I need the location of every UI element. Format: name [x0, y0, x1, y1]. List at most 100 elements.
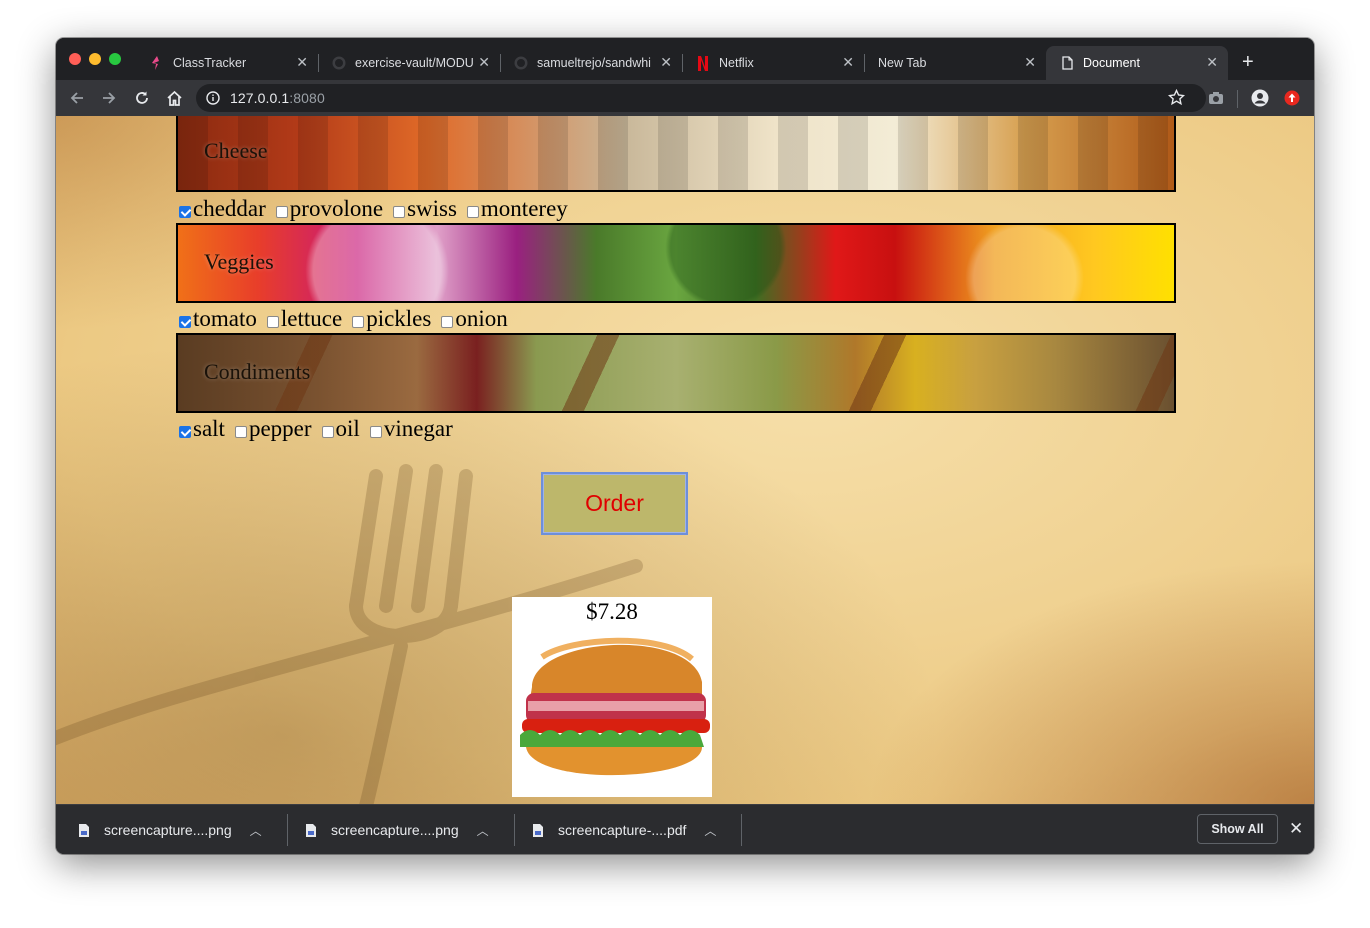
vinegar-checkbox[interactable] [369, 426, 382, 438]
close-tab-icon[interactable]: ✕ [296, 55, 308, 69]
close-tab-icon[interactable]: ✕ [1206, 55, 1218, 69]
order-result-card: $7.28 [512, 597, 712, 797]
provolone-checkbox[interactable] [275, 206, 288, 218]
chevron-up-icon[interactable]: ︿ [250, 822, 262, 839]
forward-arrow-icon[interactable] [99, 88, 119, 108]
veggies-options: tomato lettuce pickles onion [178, 306, 517, 332]
close-shelf-icon[interactable]: ✕ [1289, 819, 1303, 839]
cheddar-checkbox[interactable] [179, 206, 191, 218]
cheese-section-title: Cheese [204, 138, 268, 163]
option-label: vinegar [383, 416, 453, 441]
option-label: lettuce [280, 306, 343, 331]
github-icon [332, 56, 346, 70]
tab-strip: ClassTracker ✕ exercise-vault/MODU ✕ sam… [56, 38, 1314, 80]
close-tab-icon[interactable]: ✕ [1024, 55, 1036, 69]
salt-checkbox[interactable] [179, 426, 191, 438]
image-file-icon [79, 823, 89, 837]
onion-checkbox[interactable] [441, 316, 454, 328]
option-label: onion [455, 306, 508, 331]
download-item-2[interactable]: screencapture....png ︿ [305, 805, 515, 854]
tab-title: Netflix [719, 56, 754, 70]
option-lettuce[interactable]: lettuce [266, 306, 342, 332]
page-content: Cheese cheddar provolone swiss monterey … [56, 116, 1314, 804]
bookmark-star-icon[interactable] [1167, 88, 1186, 111]
browser-toolbar: 127.0.0.1:8080 [56, 80, 1314, 116]
option-salt[interactable]: salt [178, 416, 225, 442]
tab-title: ClassTracker [173, 56, 247, 70]
minimize-window-button[interactable] [89, 53, 101, 65]
classtracker-favicon [150, 56, 164, 70]
option-label: oil [335, 416, 360, 441]
swiss-checkbox[interactable] [393, 206, 406, 218]
zoom-window-button[interactable] [109, 53, 121, 65]
sandwich-image [520, 637, 710, 776]
close-tab-icon[interactable]: ✕ [842, 55, 854, 69]
option-provolone[interactable]: provolone [275, 196, 383, 222]
tab-new-tab[interactable]: New Tab ✕ [864, 46, 1046, 80]
back-arrow-icon[interactable] [67, 88, 87, 108]
option-vinegar[interactable]: vinegar [369, 416, 453, 442]
pickles-checkbox[interactable] [352, 316, 365, 328]
option-label: cheddar [193, 196, 266, 221]
option-onion[interactable]: onion [440, 306, 508, 332]
order-button[interactable]: Order [541, 472, 688, 535]
window-controls [69, 53, 121, 65]
shelf-divider [741, 814, 742, 846]
download-item-3[interactable]: screencapture-....pdf ︿ [532, 805, 742, 854]
condiments-section-banner: Condiments [176, 333, 1176, 413]
chevron-up-icon[interactable]: ︿ [477, 822, 489, 839]
oil-checkbox[interactable] [321, 426, 334, 438]
lettuce-checkbox[interactable] [266, 316, 279, 328]
tab-classtracker[interactable]: ClassTracker ✕ [136, 46, 319, 80]
option-cheddar[interactable]: cheddar [178, 196, 266, 222]
download-filename: screencapture....png [104, 822, 232, 838]
tab-title: exercise-vault/MODU [355, 56, 474, 70]
reload-icon[interactable] [132, 88, 152, 108]
update-alert-icon[interactable] [1282, 88, 1302, 108]
tab-title: New Tab [878, 56, 927, 70]
close-tab-icon[interactable]: ✕ [478, 55, 490, 69]
tomato-checkbox[interactable] [179, 316, 191, 328]
url-port: :8080 [289, 90, 325, 106]
tab-netflix[interactable]: Netflix ✕ [682, 46, 865, 80]
chevron-up-icon[interactable]: ︿ [704, 822, 716, 839]
veggies-section-title: Veggies [204, 249, 274, 274]
tab-sandwich-repo[interactable]: samueltrejo/sandwhi ✕ [500, 46, 683, 80]
browser-window: ClassTracker ✕ exercise-vault/MODU ✕ sam… [56, 38, 1314, 854]
close-window-button[interactable] [69, 53, 81, 65]
condiments-options: salt pepper oil vinegar [178, 416, 462, 442]
close-tab-icon[interactable]: ✕ [660, 55, 672, 69]
netflix-icon [696, 55, 710, 71]
option-monterey[interactable]: monterey [466, 196, 568, 222]
download-item-1[interactable]: screencapture....png ︿ [78, 805, 288, 854]
show-all-downloads-button[interactable]: Show All [1197, 814, 1278, 844]
new-tab-plus-icon[interactable]: + [1242, 52, 1254, 72]
camera-extension-icon[interactable] [1206, 88, 1226, 108]
option-tomato[interactable]: tomato [178, 306, 257, 332]
document-icon [1060, 56, 1074, 70]
option-label: monterey [480, 196, 568, 221]
pepper-checkbox[interactable] [234, 426, 247, 438]
veggies-banner-texture [178, 225, 1174, 301]
condiments-section-title: Condiments [204, 359, 311, 384]
cheese-banner-texture [178, 116, 1174, 190]
condiments-banner-texture [178, 335, 1174, 411]
veggies-section-banner: Veggies [176, 223, 1176, 303]
download-filename: screencapture-....pdf [558, 822, 687, 838]
home-icon[interactable] [164, 88, 184, 108]
tab-exercise-vault[interactable]: exercise-vault/MODU ✕ [318, 46, 501, 80]
option-oil[interactable]: oil [321, 416, 360, 442]
download-filename: screencapture....png [331, 822, 459, 838]
profile-avatar-icon[interactable] [1250, 88, 1270, 108]
site-info-icon[interactable] [206, 91, 220, 110]
tab-document[interactable]: Document ✕ [1046, 46, 1228, 80]
monterey-checkbox[interactable] [466, 206, 479, 218]
toolbar-divider [1237, 90, 1238, 108]
option-label: swiss [407, 196, 457, 221]
pdf-file-icon [533, 823, 543, 837]
option-pickles[interactable]: pickles [351, 306, 431, 332]
address-bar[interactable]: 127.0.0.1:8080 [196, 84, 1206, 112]
option-pepper[interactable]: pepper [234, 416, 312, 442]
url-host: 127.0.0.1 [230, 90, 290, 106]
option-swiss[interactable]: swiss [392, 196, 457, 222]
